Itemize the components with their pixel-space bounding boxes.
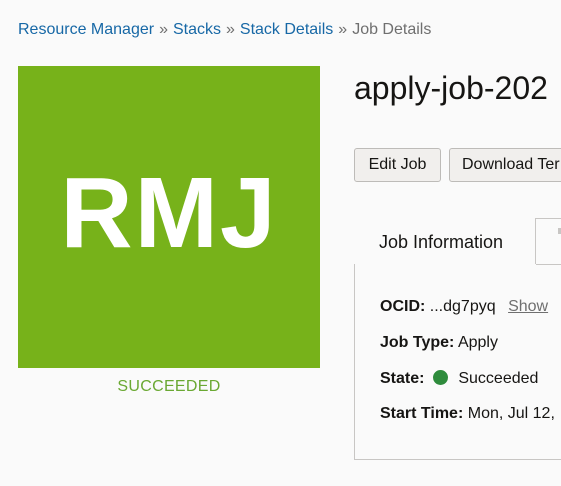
breadcrumb-resource-manager[interactable]: Resource Manager (18, 21, 154, 38)
start-time-label: Start Time: (380, 405, 464, 422)
breadcrumb-separator: » (226, 21, 235, 38)
ocid-value: ...dg7pyq (429, 298, 496, 315)
state-value: Succeeded (458, 370, 539, 387)
breadcrumb-stack-details[interactable]: Stack Details (240, 21, 333, 38)
page-title: apply-job-202 (354, 70, 548, 106)
state-row: State: Succeeded (380, 370, 538, 388)
tab-job-information[interactable]: Job Information (354, 218, 536, 264)
tabs-divider (536, 264, 561, 265)
ocid-label: OCID: (380, 298, 426, 315)
breadcrumb-current: Job Details (352, 21, 432, 38)
start-time-value: Mon, Jul 12, (467, 405, 555, 422)
download-terraform-button[interactable]: Download Ter (449, 148, 561, 182)
job-type-label: Job Type: (380, 334, 455, 351)
ocid-show-link[interactable]: Show (508, 298, 548, 315)
edit-job-button[interactable]: Edit Job (354, 148, 441, 182)
start-time-row: Start Time: Mon, Jul 12, (380, 405, 555, 423)
status-dot-icon (432, 370, 448, 385)
job-badge: RMJ (18, 66, 320, 368)
job-type-row: Job Type: Apply (380, 334, 498, 352)
job-type-value: Apply (457, 334, 498, 351)
breadcrumb: Resource Manager» Stacks» Stack Details» Jo… (18, 20, 431, 40)
job-details-page: Resource Manager» Stacks» Stack Details» Jo… (0, 0, 561, 486)
breadcrumb-separator: » (338, 21, 348, 38)
ocid-row: OCID: ...dg7pyq Show (380, 298, 548, 316)
breadcrumb-stacks[interactable]: Stacks (173, 21, 221, 38)
job-badge-status: SUCCEEDED (117, 378, 221, 395)
state-label: State: (380, 370, 425, 387)
job-badge-initials: RMJ (60, 157, 278, 269)
breadcrumb-separator: » (159, 21, 168, 38)
